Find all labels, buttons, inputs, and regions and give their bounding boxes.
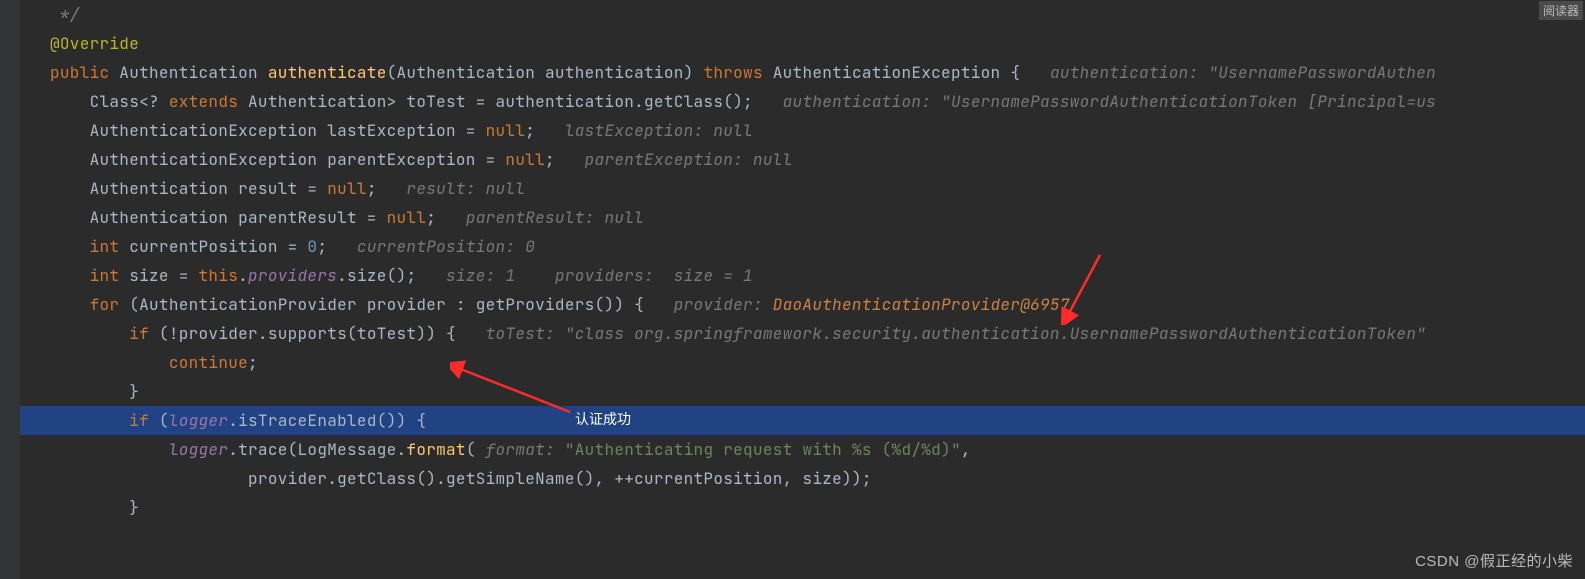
code-line[interactable]: }	[20, 377, 1585, 406]
code-line[interactable]: AuthenticationException parentException …	[20, 145, 1585, 174]
code-line[interactable]: }	[20, 493, 1585, 522]
inline-hint: lastException: null	[535, 120, 753, 141]
code-text: provider.getClass().getSimpleName(), ++c…	[248, 468, 872, 489]
code-line[interactable]: for (AuthenticationProvider provider : g…	[20, 290, 1585, 319]
code-text: ,	[961, 439, 971, 460]
code-text: (!provider.supports(toTest)) {	[149, 323, 456, 344]
comment: */	[50, 4, 80, 25]
keyword: if	[129, 323, 149, 344]
reader-badge: 阅读器	[1539, 1, 1583, 20]
code-line[interactable]: int size = this.providers.size(); size: …	[20, 261, 1585, 290]
code-text: .isTraceEnabled()) {	[228, 410, 426, 431]
code-text: (	[149, 410, 169, 431]
code-line[interactable]: if (!provider.supports(toTest)) { toTest…	[20, 319, 1585, 348]
field: providers	[248, 265, 337, 286]
field: logger	[169, 410, 228, 431]
code-line[interactable]: Class<? extends Authentication> toTest =…	[20, 87, 1585, 116]
code-line[interactable]: logger.trace(LogMessage.format( format: …	[20, 435, 1585, 464]
code-line[interactable]: provider.getClass().getSimpleName(), ++c…	[20, 464, 1585, 493]
code-editor[interactable]: */ @Override public Authentication authe…	[0, 0, 1585, 522]
keyword: continue	[169, 352, 248, 373]
keyword: extends	[169, 91, 238, 112]
code-text: Class<?	[90, 91, 169, 112]
code-line[interactable]: @Override	[20, 29, 1585, 58]
code-text: Authentication result =	[90, 178, 328, 199]
inline-hint: parentResult: null	[436, 207, 644, 228]
method-name: authenticate	[268, 62, 387, 83]
code-text: Authentication	[109, 62, 267, 83]
code-text: (	[466, 439, 476, 460]
code-text: (AuthenticationProvider provider : getPr…	[119, 294, 644, 315]
inline-hint: currentPosition: 0	[327, 236, 535, 257]
code-text: AuthenticationException parentException …	[90, 149, 506, 170]
code-line[interactable]: */	[20, 0, 1585, 29]
inline-hint: authentication: "UsernamePasswordAuthen	[1020, 62, 1436, 83]
code-line-current[interactable]: if (logger.isTraceEnabled()) {	[20, 406, 1585, 435]
inline-hint-value: DaoAuthenticationProvider@6957	[773, 294, 1070, 315]
keyword: null	[486, 120, 526, 141]
code-text: currentPosition =	[119, 236, 307, 257]
code-line[interactable]: int currentPosition = 0; currentPosition…	[20, 232, 1585, 261]
inline-hint: toTest: "class org.springframework.secur…	[456, 323, 1426, 344]
code-line[interactable]: Authentication parentResult = null; pare…	[20, 203, 1585, 232]
code-text: .size();	[337, 265, 416, 286]
code-text: (Authentication authentication)	[387, 62, 704, 83]
keyword: this	[199, 265, 239, 286]
keyword: null	[387, 207, 427, 228]
inline-hint: authentication: "UsernamePasswordAuthent…	[753, 91, 1436, 112]
code-text: size =	[119, 265, 198, 286]
keyword: null	[327, 178, 367, 199]
keyword: null	[505, 149, 545, 170]
field: logger	[169, 439, 228, 460]
code-line[interactable]: continue;	[20, 348, 1585, 377]
code-text: AuthenticationException {	[763, 62, 1020, 83]
inline-hint: format:	[476, 439, 565, 460]
watermark: CSDN @假正经的小柴	[1415, 550, 1573, 571]
keyword: int	[90, 236, 120, 257]
keyword: for	[90, 294, 120, 315]
keyword: public	[50, 62, 109, 83]
code-text: .trace(LogMessage.	[228, 439, 406, 460]
code-text: Authentication> toTest = authentication.…	[238, 91, 753, 112]
code-text: AuthenticationException lastException =	[90, 120, 486, 141]
code-line[interactable]: Authentication result = null; result: nu…	[20, 174, 1585, 203]
inline-hint: parentException: null	[555, 149, 793, 170]
keyword: int	[90, 265, 120, 286]
code-line[interactable]: public Authentication authenticate(Authe…	[20, 58, 1585, 87]
code-text: ;	[248, 352, 258, 373]
code-text: ;	[367, 178, 377, 199]
code-text: }	[129, 381, 139, 402]
keyword: if	[129, 410, 149, 431]
code-text: ;	[426, 207, 436, 228]
code-text: ;	[545, 149, 555, 170]
code-text: ;	[317, 236, 327, 257]
code-text: }	[129, 497, 139, 518]
code-text: ;	[525, 120, 535, 141]
code-text: Authentication parentResult =	[90, 207, 387, 228]
keyword: throws	[703, 62, 762, 83]
inline-hint: result: null	[377, 178, 526, 199]
code-text: .	[238, 265, 248, 286]
code-line[interactable]: AuthenticationException lastException = …	[20, 116, 1585, 145]
annotation: @Override	[50, 33, 139, 54]
inline-hint: size: 1 providers: size = 1	[416, 265, 753, 286]
number: 0	[307, 236, 317, 257]
method-name: format	[406, 439, 465, 460]
inline-hint: provider:	[644, 294, 773, 315]
string: "Authenticating request with %s (%d/%d)"	[565, 439, 961, 460]
